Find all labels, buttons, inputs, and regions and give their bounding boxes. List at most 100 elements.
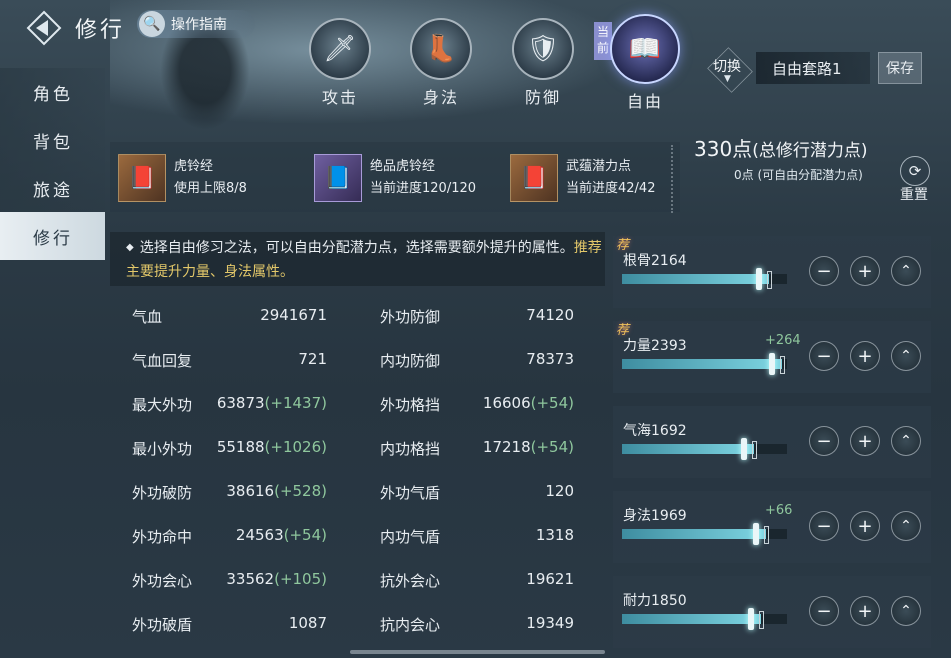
item-name: 绝品虎铃经: [370, 159, 436, 174]
attribute-label: 力量2393: [623, 338, 687, 354]
item-potential-points[interactable]: 📕 武蕴潜力点 当前进度42/42: [510, 154, 655, 202]
slider-handle[interactable]: [769, 353, 775, 375]
minus-button[interactable]: −: [809, 256, 839, 286]
stat-label: 外功格挡: [380, 396, 441, 414]
stat-value: 24563(+54): [235, 526, 327, 544]
sidebar-item-bag[interactable]: 背包: [0, 116, 105, 164]
scroll-icon: 📕: [118, 154, 166, 202]
stat-label: 内功格挡: [380, 440, 441, 458]
divider: [671, 145, 673, 213]
tab-movement-label: 身法: [422, 88, 459, 107]
tab-attack[interactable]: 🗡 攻击: [305, 18, 375, 108]
attribute-cap-marker: [764, 526, 769, 544]
slider-handle[interactable]: [741, 438, 747, 460]
stat-value: 19349: [526, 614, 574, 632]
boot-icon: 👢: [410, 18, 472, 80]
sidebar-item-cultivation[interactable]: 修行: [0, 212, 105, 260]
caret-down-icon: ▼: [724, 74, 731, 84]
bullet-icon: ◆: [126, 242, 134, 253]
item-tiger-bell-scripture[interactable]: 📕 虎铃经 使用上限8/8: [118, 154, 247, 202]
stat-label: 外功破防: [132, 484, 193, 502]
max-button[interactable]: ⌃: [891, 596, 921, 626]
attribute-bonus: +264: [765, 333, 801, 348]
stat-label: 内功气盾: [380, 528, 441, 546]
stat-label: 外功防御: [380, 308, 441, 326]
max-button[interactable]: ⌃: [891, 426, 921, 456]
stat-label: 气血: [132, 308, 163, 326]
attribute-row: 荐根骨2164− + ⌃: [613, 236, 931, 308]
stat-label: 外功命中: [132, 528, 193, 546]
save-button[interactable]: 保存: [878, 52, 922, 84]
slider-handle[interactable]: [753, 523, 759, 545]
minus-button[interactable]: −: [809, 596, 839, 626]
total-points: 330点(总修行潜力点): [694, 133, 867, 162]
attribute-slider[interactable]: [622, 353, 787, 375]
tab-movement[interactable]: 👢 身法: [406, 18, 476, 108]
reset-icon[interactable]: ⟳: [900, 156, 930, 186]
item-desc: 使用上限8/8: [174, 181, 247, 196]
attribute-cap-marker: [759, 611, 764, 629]
attribute-slider[interactable]: [622, 523, 787, 545]
stat-value: 721: [298, 350, 327, 368]
attribute-label: 根骨2164: [623, 253, 687, 269]
preset-name[interactable]: 自由套路1: [756, 52, 870, 84]
back-icon[interactable]: [26, 10, 62, 46]
max-button[interactable]: ⌃: [891, 511, 921, 541]
slider-handle[interactable]: [756, 268, 762, 290]
stat-label: 抗内会心: [380, 616, 441, 634]
minus-button[interactable]: −: [809, 341, 839, 371]
character-silhouette: [160, 30, 250, 130]
plus-button[interactable]: +: [850, 426, 880, 456]
attribute-slider[interactable]: [622, 438, 787, 460]
attribute-row: 身法1969 +66 − + ⌃: [613, 491, 931, 563]
stat-value: 1087: [288, 614, 327, 632]
tab-free[interactable]: 📖 自由: [610, 14, 680, 112]
sidebar-item-character[interactable]: 角色: [0, 68, 105, 116]
scroll-icon: 📕: [510, 154, 558, 202]
stat-value: 78373: [526, 350, 574, 368]
switch-label[interactable]: 切换: [713, 56, 741, 76]
stat-label: 最小外功: [132, 440, 193, 458]
attribute-slider[interactable]: [622, 608, 787, 630]
scrollbar[interactable]: [350, 650, 605, 654]
stat-label: 内功防御: [380, 352, 441, 370]
stat-value: 2941671: [260, 306, 327, 324]
sidebar-item-journey[interactable]: 旅途: [0, 164, 105, 212]
stat-value: 63873(+1437): [216, 394, 327, 412]
item-premium-tiger-bell[interactable]: 📘 绝品虎铃经 当前进度120/120: [314, 154, 476, 202]
plus-button[interactable]: +: [850, 341, 880, 371]
tab-free-label: 自由: [626, 92, 663, 111]
stat-value: 16606(+54): [482, 394, 574, 412]
stat-value: 55188(+1026): [216, 438, 327, 456]
attribute-cap-marker: [767, 271, 772, 289]
magnifier-icon: 🔍: [139, 11, 165, 37]
tab-defense-label: 防御: [524, 88, 561, 107]
attribute-row: 气海1692 − + ⌃: [613, 406, 931, 478]
stat-value: 1318: [535, 526, 574, 544]
stat-value: 33562(+105): [226, 570, 327, 588]
attribute-fill: [622, 274, 769, 284]
stat-value: 120: [545, 482, 574, 500]
attribute-cap-marker: [780, 356, 785, 374]
max-button[interactable]: ⌃: [891, 341, 921, 371]
minus-button[interactable]: −: [809, 426, 839, 456]
tab-defense[interactable]: 🛡 防御: [508, 18, 578, 108]
attribute-slider[interactable]: [622, 268, 787, 290]
guide-button[interactable]: 🔍 操作指南: [137, 10, 255, 38]
stat-label: 外功气盾: [380, 484, 441, 502]
reset-button[interactable]: 重置: [900, 184, 928, 204]
attribute-fill: [622, 444, 754, 454]
plus-button[interactable]: +: [850, 596, 880, 626]
shield-icon: 🛡: [512, 18, 574, 80]
minus-button[interactable]: −: [809, 511, 839, 541]
plus-button[interactable]: +: [850, 256, 880, 286]
plus-button[interactable]: +: [850, 511, 880, 541]
slider-handle[interactable]: [748, 608, 754, 630]
attribute-fill: [622, 529, 766, 539]
attribute-label: 气海1692: [623, 423, 687, 439]
stat-label: 外功破盾: [132, 616, 193, 634]
attribute-cap-marker: [752, 441, 757, 459]
max-button[interactable]: ⌃: [891, 256, 921, 286]
stat-bonus: (+54): [530, 438, 574, 456]
book-icon: 📖: [610, 14, 680, 84]
